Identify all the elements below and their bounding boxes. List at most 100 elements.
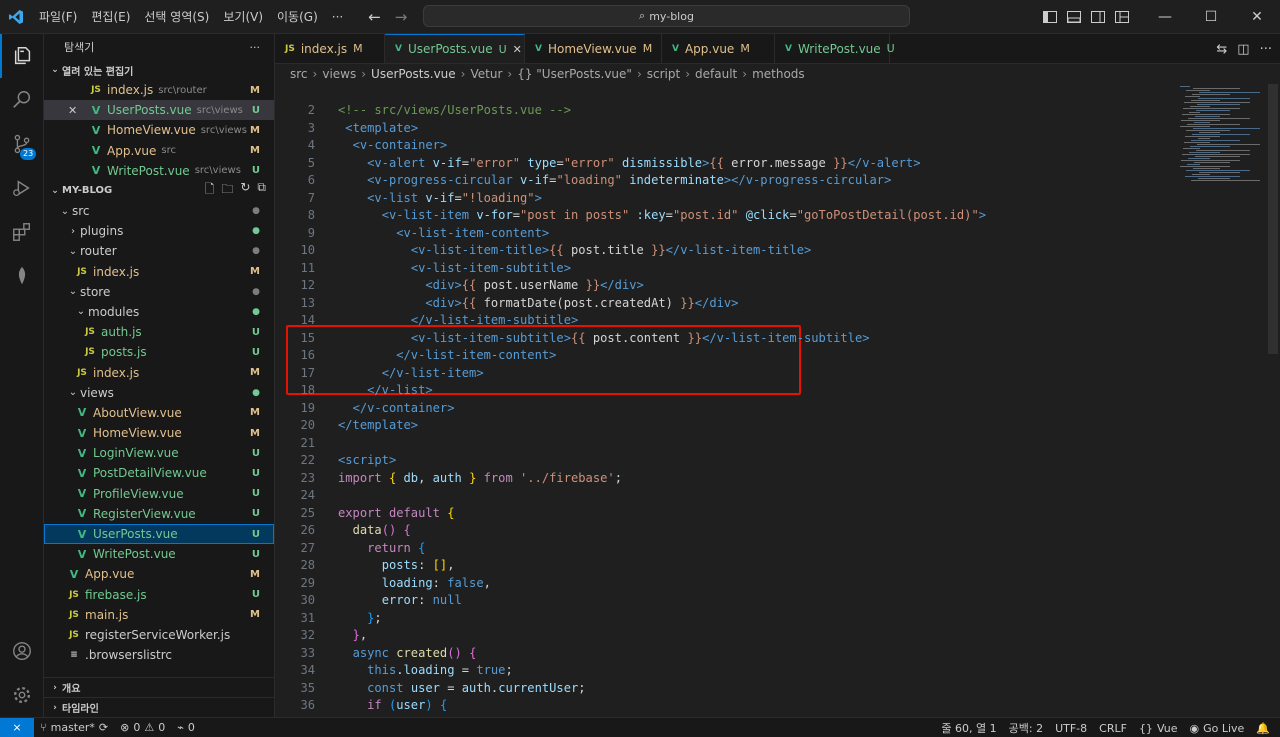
breadcrumb-item[interactable]: UserPosts.vue xyxy=(371,67,456,81)
code-line[interactable]: </v-container> xyxy=(338,401,455,415)
breadcrumb-item[interactable]: views xyxy=(322,67,356,81)
mongodb-leaf-icon[interactable] xyxy=(0,254,44,298)
code-line[interactable]: loading: false, xyxy=(338,576,491,590)
language-mode[interactable]: {} Vue xyxy=(1133,722,1184,735)
open-editor-item[interactable]: ✕ V UserPosts.vue src\views U xyxy=(44,100,274,121)
folder-item[interactable]: ⌄ src ● xyxy=(44,201,274,221)
code-line[interactable]: }; xyxy=(338,611,382,625)
code-line[interactable]: <template> xyxy=(338,121,418,135)
code-editor[interactable]: 2 <!-- src/views/UserPosts.vue --> 3 <temp… xyxy=(275,101,1280,717)
open-changes-icon[interactable]: ⇆ xyxy=(1216,42,1227,57)
open-editor-item[interactable]: V App.vue src M xyxy=(44,141,274,161)
open-editor-item[interactable]: V WritePost.vue src\views U xyxy=(44,161,274,181)
code-line[interactable]: </v-list-item-subtitle> xyxy=(338,313,578,327)
breadcrumb-item[interactable]: methods xyxy=(752,67,805,81)
search-view-icon[interactable] xyxy=(0,78,44,122)
file-item[interactable]: V App.vue M xyxy=(44,564,274,584)
breadcrumb-item[interactable]: Vetur xyxy=(470,67,502,81)
code-line[interactable]: const user = auth.currentUser; xyxy=(338,681,585,695)
code-line[interactable]: return { xyxy=(338,541,425,555)
close-icon[interactable]: ✕ xyxy=(513,43,522,56)
editor-tab[interactable]: V HomeView.vue M xyxy=(525,34,662,63)
editor-tab[interactable]: V UserPosts.vue U ✕ xyxy=(385,34,525,63)
breadcrumb-item[interactable]: default xyxy=(695,67,737,81)
code-line[interactable]: <v-list-item-subtitle>{{ post.content }}… xyxy=(338,331,870,345)
maximize-icon[interactable]: ☐ xyxy=(1188,0,1234,34)
command-center-search[interactable]: ⌕ my-blog xyxy=(423,5,910,27)
file-item[interactable]: V RegisterView.vue U xyxy=(44,504,274,524)
back-arrow-icon[interactable]: ← xyxy=(368,8,381,26)
file-item[interactable]: JS auth.js U xyxy=(44,322,274,342)
folder-item[interactable]: ⌄ views ● xyxy=(44,383,274,403)
code-line[interactable]: <v-list-item v-for="post in posts" :key=… xyxy=(338,208,986,222)
notifications-bell-icon[interactable]: 🔔 xyxy=(1250,722,1280,735)
encoding[interactable]: UTF-8 xyxy=(1049,722,1093,735)
code-line[interactable]: }, xyxy=(338,628,368,642)
code-line[interactable]: <div>{{ post.userName }}</div> xyxy=(338,278,643,292)
extensions-icon[interactable] xyxy=(0,210,44,254)
code-line[interactable]: if (user) { xyxy=(338,698,447,712)
close-icon[interactable]: ✕ xyxy=(68,104,77,117)
code-line[interactable]: <v-alert v-if="error" type="error" dismi… xyxy=(338,156,920,170)
code-line[interactable]: <v-list-item-title>{{ post.title }}</v-l… xyxy=(338,243,811,257)
code-line[interactable]: <v-container> xyxy=(338,138,448,152)
accounts-icon[interactable] xyxy=(0,629,44,673)
code-line[interactable]: </template> xyxy=(338,418,418,432)
code-line[interactable]: <v-progress-circular v-if="loading" inde… xyxy=(338,173,891,187)
breadcrumb-item[interactable]: script xyxy=(647,67,680,81)
collapse-all-icon[interactable]: ⧉ xyxy=(257,180,266,201)
vertical-scrollbar[interactable] xyxy=(1266,84,1280,717)
folder-item[interactable]: ⌄ modules ● xyxy=(44,302,274,322)
toggle-secondary-sidebar-icon[interactable] xyxy=(1086,0,1110,34)
open-editors-header[interactable]: ⌄ 열려 있는 편집기 xyxy=(44,60,274,80)
code-line[interactable]: <!-- src/views/UserPosts.vue --> xyxy=(338,103,571,117)
file-item[interactable]: JS registerServiceWorker.js xyxy=(44,625,274,645)
file-item[interactable]: V LoginView.vue U xyxy=(44,443,274,463)
breadcrumb-item[interactable]: {} "UserPosts.vue" xyxy=(517,67,632,81)
close-window-icon[interactable]: ✕ xyxy=(1234,0,1280,34)
folder-item[interactable]: › plugins ● xyxy=(44,221,274,241)
code-line[interactable]: </v-list-item-content> xyxy=(338,348,556,362)
code-line[interactable]: <div>{{ formatDate(post.createdAt) }}</d… xyxy=(338,296,738,310)
code-line[interactable]: </v-list-item> xyxy=(338,366,484,380)
code-line[interactable]: <script> xyxy=(338,453,396,467)
timeline-header[interactable]: › 타임라인 xyxy=(44,697,275,717)
code-line[interactable]: <v-list v-if="!loading"> xyxy=(338,191,542,205)
code-line[interactable]: import { db, auth } from '../firebase'; xyxy=(338,471,622,485)
end-of-line[interactable]: CRLF xyxy=(1093,722,1133,735)
folder-item[interactable]: ⌄ store ● xyxy=(44,282,274,302)
editor-tab[interactable]: V App.vue M xyxy=(662,34,775,63)
new-folder-icon[interactable]: 🗀 xyxy=(221,180,233,201)
more-actions-icon[interactable]: ··· xyxy=(250,41,261,54)
cursor-position[interactable]: 줄 60, 열 1 xyxy=(935,720,1002,736)
file-item[interactable]: JS main.js M xyxy=(44,605,274,625)
code-line[interactable]: posts: [], xyxy=(338,558,455,572)
editor-tab[interactable]: JS index.js M xyxy=(275,34,385,63)
folder-item[interactable]: ⌄ router ● xyxy=(44,241,274,261)
indentation[interactable]: 공백: 2 xyxy=(1003,720,1049,736)
refresh-icon[interactable]: ↻ xyxy=(240,180,250,201)
explorer-icon[interactable] xyxy=(0,34,44,78)
file-item[interactable]: V AboutView.vue M xyxy=(44,403,274,423)
open-editor-item[interactable]: JS index.js src\router M xyxy=(44,80,274,100)
file-item[interactable]: ≡ .browserslistrc xyxy=(44,645,274,665)
run-debug-icon[interactable] xyxy=(0,166,44,210)
project-header[interactable]: ⌄ MY-BLOG 🗋 🗀 ↻ ⧉ xyxy=(44,180,274,201)
scrollbar-thumb[interactable] xyxy=(1268,84,1278,354)
editor-tab[interactable]: V WritePost.vue U xyxy=(775,34,895,63)
code-line[interactable]: <v-list-item-content> xyxy=(338,226,549,240)
code-line[interactable]: async created() { xyxy=(338,646,477,660)
code-line[interactable]: <v-list-item-subtitle> xyxy=(338,261,571,275)
customize-layout-icon[interactable] xyxy=(1110,0,1134,34)
toggle-panel-icon[interactable] xyxy=(1062,0,1086,34)
menu-item[interactable]: 편집(E) xyxy=(84,0,137,34)
code-line[interactable]: export default { xyxy=(338,506,455,520)
menu-item[interactable]: 파일(F) xyxy=(32,0,84,34)
problems-indicator[interactable]: ⊗ 0 ⚠ 0 xyxy=(114,721,171,734)
file-item[interactable]: V UserPosts.vue U xyxy=(44,523,274,545)
branch-indicator[interactable]: ⑂ master* ⟳ xyxy=(34,721,114,734)
forward-arrow-icon[interactable]: → xyxy=(395,8,408,26)
menu-item[interactable]: 선택 영역(S) xyxy=(137,0,216,34)
open-editor-item[interactable]: V HomeView.vue src\views M xyxy=(44,120,274,140)
minimap[interactable] xyxy=(1176,84,1266,184)
